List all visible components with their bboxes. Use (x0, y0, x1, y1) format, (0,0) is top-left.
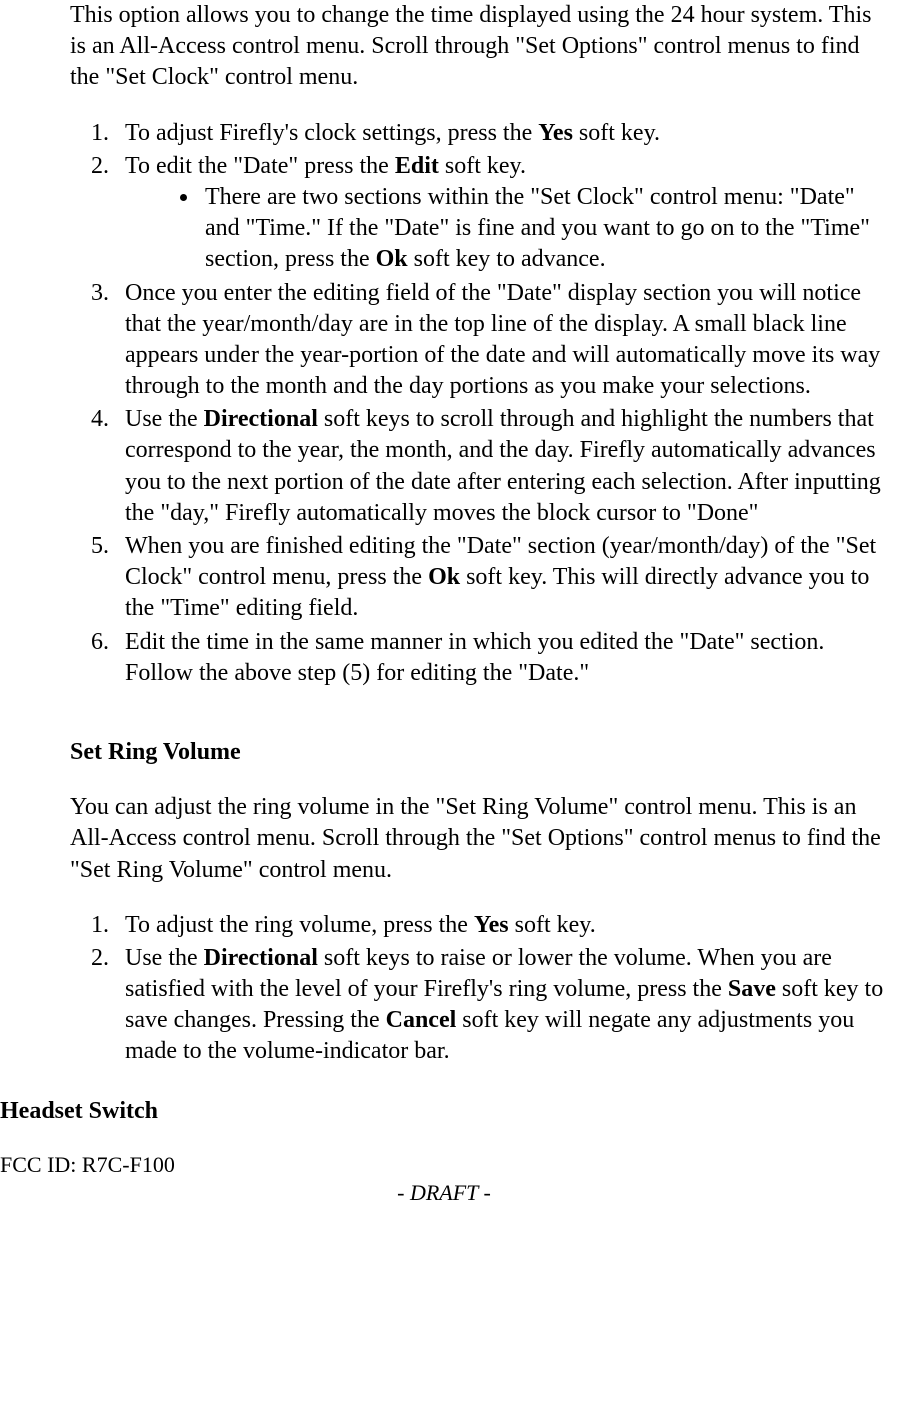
text: soft key. (439, 153, 526, 179)
bold-key: Edit (395, 153, 439, 179)
sub-list: There are two sections within the "Set C… (125, 182, 888, 276)
list-item: Once you enter the editing field of the … (115, 278, 888, 403)
bold-key: Ok (428, 564, 460, 590)
bold-key: Cancel (386, 1007, 457, 1033)
bold-key: Yes (538, 120, 573, 146)
text: Use the (125, 406, 204, 432)
list-item: To adjust Firefly's clock settings, pres… (115, 118, 888, 149)
list-item: Edit the time in the same manner in whic… (115, 627, 888, 689)
text: soft key to advance. (408, 246, 606, 272)
section-heading-ring-volume: Set Ring Volume (70, 737, 888, 768)
bold-key: Directional (204, 945, 318, 971)
list-item: Use the Directional soft keys to scroll … (115, 404, 888, 529)
intro-paragraph-1: This option allows you to change the tim… (70, 0, 888, 94)
section-heading-headset-switch: Headset Switch (0, 1096, 888, 1127)
instruction-list-1: To adjust Firefly's clock settings, pres… (70, 118, 888, 689)
draft-label: - DRAFT - (0, 1179, 888, 1208)
list-item: To edit the "Date" press the Edit soft k… (115, 151, 888, 276)
bold-key: Yes (474, 912, 509, 938)
text: To adjust Firefly's clock settings, pres… (125, 120, 538, 146)
text: Use the (125, 945, 204, 971)
text: soft key. (573, 120, 660, 146)
list-item: Use the Directional soft keys to raise o… (115, 943, 888, 1068)
bold-key: Ok (376, 246, 408, 272)
text: To adjust the ring volume, press the (125, 912, 474, 938)
text: To edit the "Date" press the (125, 153, 395, 179)
text: soft key. (509, 912, 596, 938)
intro-paragraph-2: You can adjust the ring volume in the "S… (70, 792, 888, 886)
bold-key: Save (728, 976, 776, 1002)
list-item: To adjust the ring volume, press the Yes… (115, 910, 888, 941)
fcc-id: FCC ID: R7C-F100 (0, 1151, 888, 1180)
list-item: There are two sections within the "Set C… (200, 182, 888, 276)
bold-key: Directional (204, 406, 318, 432)
instruction-list-2: To adjust the ring volume, press the Yes… (70, 910, 888, 1068)
list-item: When you are finished editing the "Date"… (115, 531, 888, 625)
